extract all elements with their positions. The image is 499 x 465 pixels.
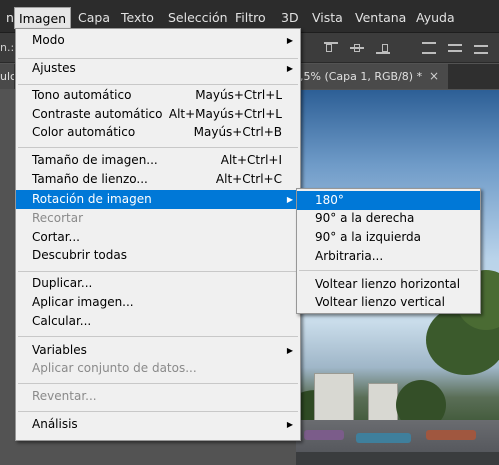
submenu-item-90-izquierda[interactable]: 90° a la izquierda <box>297 228 480 247</box>
menu-item-modo[interactable]: Modo ▶ <box>16 31 300 50</box>
photo-building <box>314 373 354 423</box>
menu-item-color-automatico[interactable]: Color automático Mayús+Ctrl+B <box>16 123 300 142</box>
menu-seleccion[interactable]: Selección <box>164 8 232 28</box>
menu-item-aplicar-imagen[interactable]: Aplicar imagen... <box>16 293 300 312</box>
document-tab[interactable]: ,5% (Capa 1, RGB/8) * <box>296 64 448 89</box>
menu-item-label: Aplicar conjunto de datos... <box>32 361 197 375</box>
align-right-icon[interactable] <box>376 42 390 54</box>
document-tab-fragment[interactable]: ulc <box>0 64 14 89</box>
submenu-arrow-icon: ▶ <box>286 420 293 429</box>
menu-item-label: Tono automático <box>32 88 132 102</box>
menu-item-variables[interactable]: Variables ▶ <box>16 341 300 360</box>
menu-ayuda[interactable]: Ayuda <box>412 8 459 28</box>
submenu-item-voltear-vertical[interactable]: Voltear lienzo vertical <box>297 293 480 312</box>
menu-separator <box>18 383 298 384</box>
menu-item-calcular[interactable]: Calcular... <box>16 312 300 331</box>
submenu-item-label: 180° <box>315 193 344 207</box>
distribute-middle-icon[interactable] <box>448 42 462 54</box>
menu-imagen[interactable]: Imagen <box>14 7 72 29</box>
menu-item-label: Rotación de imagen <box>32 192 152 206</box>
submenu-item-90-derecha[interactable]: 90° a la derecha <box>297 209 480 228</box>
menu-item-label: Análisis <box>32 417 78 431</box>
menu-item-label: Modo <box>32 33 65 47</box>
submenu-item-voltear-horizontal[interactable]: Voltear lienzo horizontal <box>297 275 480 294</box>
menu-item-label: Reventar... <box>32 389 97 403</box>
menu-item-label: Ajustes <box>32 61 76 75</box>
submenu-item-label: Arbitraria... <box>315 249 384 263</box>
menu-texto[interactable]: Texto <box>117 8 158 28</box>
menu-separator <box>18 336 298 337</box>
menu-separator <box>18 411 298 412</box>
menu-item-label: Tamaño de lienzo... <box>32 172 148 186</box>
menu-item-duplicar[interactable]: Duplicar... <box>16 274 300 293</box>
menu-item-label: Contraste automático <box>32 107 163 121</box>
menu-item-label: Color automático <box>32 125 136 139</box>
menu-item-tamano-imagen[interactable]: Tamaño de imagen... Alt+Ctrl+I <box>16 151 300 170</box>
close-icon[interactable]: × <box>429 64 439 89</box>
menu-separator <box>18 84 298 85</box>
distribute-top-icon[interactable] <box>422 42 436 54</box>
menu-item-shortcut: Alt+Ctrl+C <box>215 172 282 186</box>
align-left-icon[interactable] <box>324 42 338 54</box>
photo-building <box>368 383 398 423</box>
submenu-item-arbitraria[interactable]: Arbitraria... <box>297 247 480 266</box>
submenu-item-label: Voltear lienzo vertical <box>315 295 445 309</box>
photo-road <box>296 452 499 465</box>
photo-graffiti <box>304 430 344 440</box>
menu-item-contraste-automatico[interactable]: Contraste automático Alt+Mayús+Ctrl+L <box>16 105 300 124</box>
menu-item-shortcut: Mayús+Ctrl+L <box>195 88 282 102</box>
document-tab-title: ,5% (Capa 1, RGB/8) * <box>300 70 423 83</box>
menu-item-shortcut: Alt+Mayús+Ctrl+L <box>168 107 282 121</box>
menu-item-recortar[interactable]: Recortar <box>16 209 300 228</box>
align-center-icon[interactable] <box>350 42 364 54</box>
menu-filtro[interactable]: Filtro <box>231 8 270 28</box>
menu-item-tamano-lienzo[interactable]: Tamaño de lienzo... Alt+Ctrl+C <box>16 170 300 189</box>
submenu-arrow-icon: ▶ <box>286 36 293 45</box>
menu-item-label: Cortar... <box>32 230 80 244</box>
menu-item-label: Tamaño de imagen... <box>32 153 158 167</box>
menu-separator <box>299 270 478 271</box>
menu-item-label: Variables <box>32 343 87 357</box>
menu-item-label: Recortar <box>32 211 84 225</box>
menu-capa[interactable]: Capa <box>74 8 114 28</box>
submenu-arrow-icon: ▶ <box>286 346 293 355</box>
menu-item-label: Duplicar... <box>32 276 93 290</box>
submenu-arrow-icon: ▶ <box>286 195 293 204</box>
submenu-arrow-icon: ▶ <box>286 64 293 73</box>
menu-item-tono-automatico[interactable]: Tono automático Mayús+Ctrl+L <box>16 86 300 105</box>
menu-item-analisis[interactable]: Análisis ▶ <box>16 415 300 434</box>
menu-ventana[interactable]: Ventana <box>351 8 410 28</box>
menu-item-shortcut: Alt+Ctrl+I <box>220 153 282 167</box>
menu-item-ajustes[interactable]: Ajustes ▶ <box>16 59 300 78</box>
menu-3d[interactable]: 3D <box>277 8 303 28</box>
submenu-item-label: Voltear lienzo horizontal <box>315 277 461 291</box>
submenu-item-label: 90° a la izquierda <box>315 230 422 244</box>
menu-item-aplicar-conjunto-datos[interactable]: Aplicar conjunto de datos... <box>16 359 300 378</box>
menu-item-shortcut: Mayús+Ctrl+B <box>193 125 282 139</box>
photo-graffiti <box>356 433 411 443</box>
submenu-item-180[interactable]: 180° <box>297 191 480 210</box>
menu-item-descubrir-todas[interactable]: Descubrir todas <box>16 246 300 265</box>
photo-graffiti <box>426 430 476 440</box>
menu-item-rotacion-imagen[interactable]: Rotación de imagen ▶ <box>16 190 300 209</box>
menu-item-label: Aplicar imagen... <box>32 295 134 309</box>
menu-item-label: Descubrir todas <box>32 248 127 262</box>
menu-item-cortar[interactable]: Cortar... <box>16 228 300 247</box>
menu-item-reventar[interactable]: Reventar... <box>16 387 300 406</box>
menu-separator <box>18 147 298 148</box>
distribute-bottom-icon[interactable] <box>474 42 488 54</box>
menu-vista[interactable]: Vista <box>308 8 347 28</box>
submenu-item-label: 90° a la derecha <box>315 211 415 225</box>
options-fragment: n.: <box>0 41 15 54</box>
rotation-submenu: 180° 90° a la derecha 90° a la izquierda… <box>296 188 481 314</box>
imagen-menu: Modo ▶ Ajustes ▶ Tono automático Mayús+C… <box>15 28 301 441</box>
menu-separator <box>18 271 298 272</box>
menu-item-label: Calcular... <box>32 314 92 328</box>
